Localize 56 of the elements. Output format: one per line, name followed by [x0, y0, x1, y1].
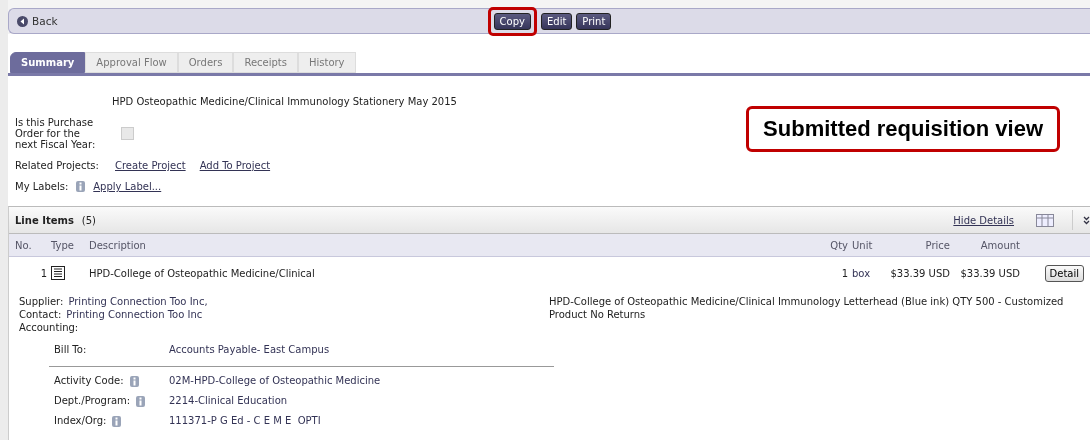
tab[interactable]: Summary	[10, 52, 86, 73]
field-label: Dept./Program:	[54, 394, 131, 408]
field-value: 02M-HPD-College of Osteopathic Medicine	[169, 374, 382, 388]
field-label: Accounting:	[19, 321, 79, 334]
contact-value: Printing Connection Too Inc	[66, 308, 203, 321]
toolbar-button[interactable]: Copy	[493, 12, 531, 30]
field-value: 111371-P G Ed - C E M E OPTI	[169, 414, 322, 428]
info-icon	[76, 181, 86, 192]
item-count: (5)	[81, 214, 96, 226]
columns-icon[interactable]	[1036, 213, 1054, 227]
requisition-title: HPD Osteopathic Medicine/Clinical Immunology Stationery May 2015	[112, 96, 458, 107]
callout: Submitted requisition view	[746, 106, 1060, 152]
info-icon	[129, 375, 139, 387]
toolbar-button[interactable]: Print	[576, 12, 612, 30]
field-label: Index/Org:	[54, 414, 107, 428]
column-header: No.	[15, 239, 33, 251]
field-label: Contact:	[19, 308, 62, 321]
field-label: Supplier:	[19, 295, 64, 308]
field-label: My Labels:	[15, 181, 69, 192]
toolbar-button[interactable]: Edit	[541, 12, 573, 30]
line-number: 1	[39, 267, 47, 279]
double-chevron-icon[interactable]	[1083, 215, 1090, 225]
column-header: Unit	[852, 239, 874, 251]
back-link[interactable]: Back	[17, 15, 488, 27]
project-link[interactable]: Add To Project	[199, 160, 271, 171]
tab[interactable]: Approval Flow	[85, 52, 178, 73]
table-cell-text: 1	[840, 267, 848, 279]
column-header: Type	[51, 239, 75, 251]
info-icon	[112, 415, 122, 427]
table-cell-text: $33.39 USD	[889, 267, 950, 279]
detail-button[interactable]: Detail	[1044, 264, 1084, 282]
apply-label-link[interactable]: Apply Label...	[93, 181, 162, 192]
checkbox[interactable]	[121, 127, 134, 140]
column-header: Description	[89, 239, 147, 251]
item-description: HPD-College of Osteopathic Medicine/Clinical	[89, 267, 316, 279]
document-icon	[51, 266, 65, 280]
column-header: Qty	[829, 239, 848, 251]
tab[interactable]: Receipts	[233, 52, 298, 73]
field-label: Activity Code:	[54, 374, 124, 388]
column-header: Price	[924, 239, 950, 251]
field-value: 2214-Clinical Education	[169, 394, 289, 408]
tab[interactable]: History	[297, 52, 356, 73]
info-icon	[136, 395, 146, 407]
table-cell-text: $33.39 USD	[959, 267, 1020, 279]
panel-title: Line Items	[15, 214, 74, 226]
supplier-value: Printing Connection Too Inc,	[68, 295, 208, 308]
project-link[interactable]: Create Project	[115, 160, 186, 171]
field-label: Related Projects:	[15, 160, 100, 171]
table-cell-text: box	[852, 267, 872, 279]
column-header: Amount	[979, 239, 1020, 251]
hide-details-link[interactable]: Hide Details	[953, 214, 1014, 226]
tab[interactable]: Orders	[177, 52, 234, 73]
field-label: Is this Purchase Order for the next Fiscal Year:	[15, 117, 97, 150]
field-label: Bill To:	[54, 343, 88, 357]
long-description: HPD-College of Osteopathic Medicine/Clinical Immunology Letterhead (Blue ink) QTY 500 - Customized Product No Returns	[549, 295, 1065, 322]
field-value: Accounts Payable- East Campus	[169, 343, 331, 357]
